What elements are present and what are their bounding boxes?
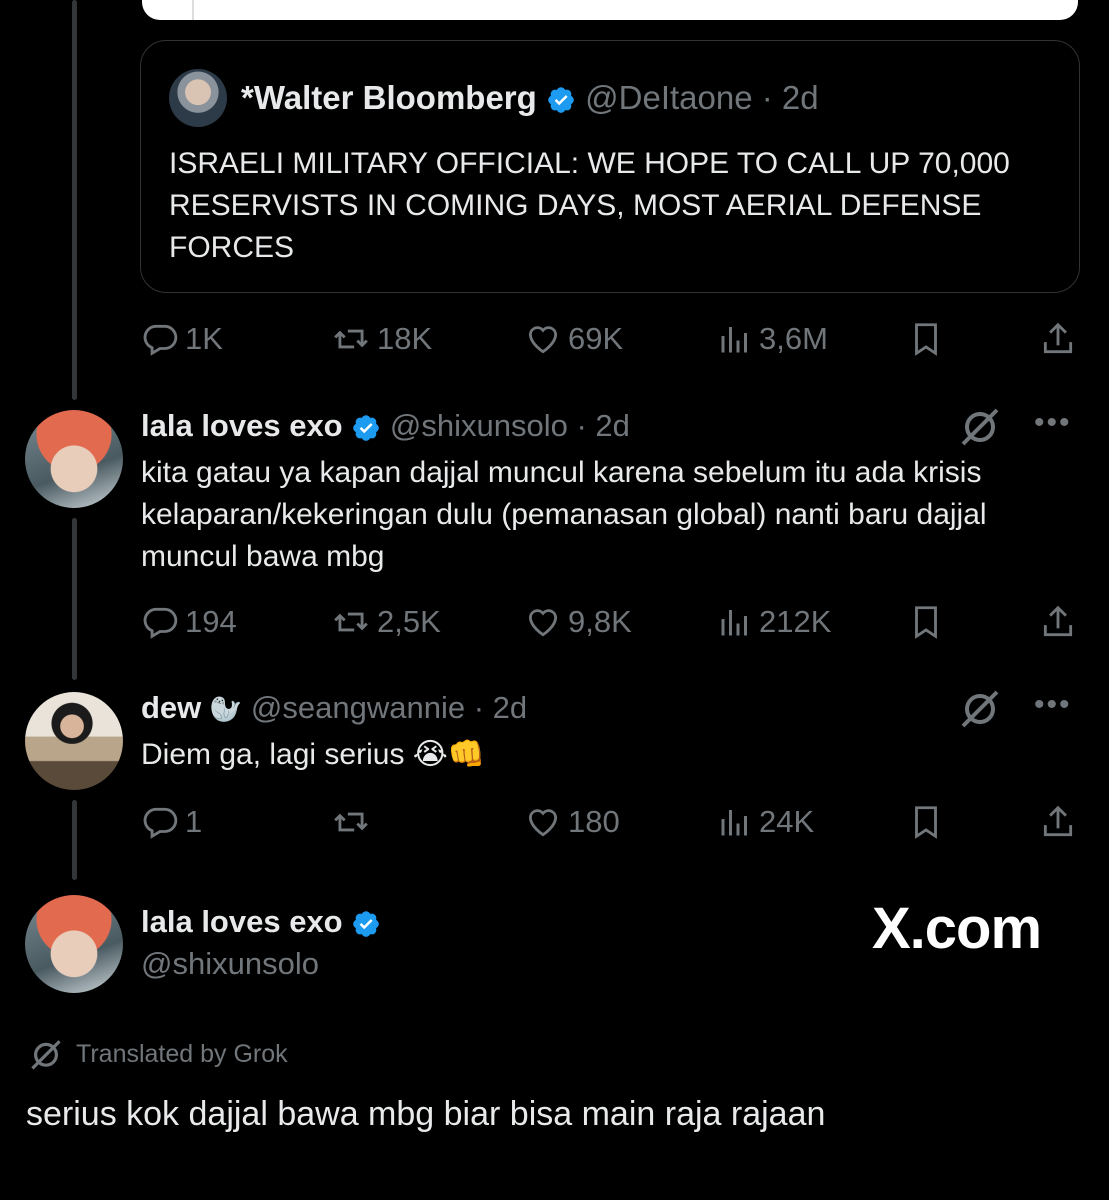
view-count: 24K xyxy=(759,804,815,839)
bookmark-button[interactable] xyxy=(907,320,945,358)
grok-icon[interactable] xyxy=(955,406,1005,446)
tweet-actions: 194 2,5K 9,8K 212K xyxy=(141,603,1081,643)
verified-badge-icon xyxy=(353,415,380,441)
bookmark-icon xyxy=(915,806,937,839)
share-button[interactable] xyxy=(1039,320,1077,358)
timestamp[interactable]: · 2d xyxy=(762,79,819,116)
bookmark-button[interactable] xyxy=(907,603,945,641)
reply-count: 1K xyxy=(185,321,223,356)
tweet-actions: 1 180 24K xyxy=(141,803,1081,843)
views-icon xyxy=(721,810,747,836)
thread-line xyxy=(72,0,77,400)
views-icon xyxy=(721,327,747,353)
translated-by-grok[interactable]: Translated by Grok xyxy=(26,1036,288,1072)
author-name[interactable]: *Walter Bloomberg xyxy=(241,79,537,116)
reply-icon xyxy=(143,607,178,639)
author-emoji: 🦭 xyxy=(209,694,243,724)
views-button[interactable]: 3,6M xyxy=(717,320,828,358)
reply-button[interactable]: 1 xyxy=(141,803,202,841)
timestamp[interactable]: · 2d xyxy=(474,690,527,725)
repost-button[interactable]: 18K xyxy=(331,320,432,358)
quoted-tweet-text: ISRAELI MILITARY OFFICIAL: WE HOPE TO CA… xyxy=(169,147,1010,264)
share-button[interactable] xyxy=(1039,603,1077,641)
share-icon xyxy=(1043,605,1073,637)
share-button[interactable] xyxy=(1039,803,1077,841)
thread-line xyxy=(72,800,77,880)
bookmark-button[interactable] xyxy=(907,803,945,841)
author-handle[interactable]: @shixunsolo xyxy=(141,946,319,981)
reply-button[interactable]: 1K xyxy=(141,320,223,358)
avatar[interactable] xyxy=(25,895,123,993)
like-button[interactable]: 9,8K xyxy=(524,603,632,641)
tweet-header: lala loves exo xyxy=(141,904,381,940)
author-name[interactable]: lala loves exo xyxy=(141,408,343,443)
author-name[interactable]: lala loves exo xyxy=(141,904,343,939)
repost-button[interactable]: 2,5K xyxy=(331,603,441,641)
share-icon xyxy=(1043,805,1073,837)
views-icon xyxy=(721,610,747,636)
reply-icon xyxy=(143,324,178,356)
reply-count: 1 xyxy=(185,804,203,839)
author-handle[interactable]: @DeItaone xyxy=(585,79,752,116)
share-icon xyxy=(1043,322,1073,354)
reply-count: 194 xyxy=(185,604,237,639)
reply-icon xyxy=(143,807,178,839)
previous-media-card[interactable] xyxy=(142,0,1078,20)
tweet-header: dew 🦭 @seangwannie · 2d xyxy=(141,690,527,726)
grok-icon xyxy=(31,1040,61,1070)
like-count: 69K xyxy=(568,321,624,356)
like-count: 9,8K xyxy=(568,604,632,639)
bookmark-icon xyxy=(915,323,937,356)
tweet-text: Diem ga, lagi serius 😭👊 xyxy=(141,738,486,771)
translated-label: Translated by Grok xyxy=(76,1039,288,1068)
grok-icon[interactable] xyxy=(955,688,1005,728)
author-name[interactable]: dew xyxy=(141,690,201,725)
reply-button[interactable]: 194 xyxy=(141,603,237,641)
repost-count: 2,5K xyxy=(377,604,441,639)
author-handle[interactable]: @shixunsolo xyxy=(390,408,568,443)
tweet-header: lala loves exo @shixunsolo · 2d xyxy=(141,408,630,444)
like-button[interactable]: 180 xyxy=(524,803,620,841)
verified-badge-icon xyxy=(353,911,380,937)
views-button[interactable]: 24K xyxy=(717,803,814,841)
more-icon[interactable]: ••• xyxy=(1034,406,1072,440)
avatar[interactable] xyxy=(169,69,227,127)
bookmark-icon xyxy=(915,606,937,639)
author-handle[interactable]: @seangwannie xyxy=(251,690,465,725)
repost-icon xyxy=(334,329,368,349)
tweet-text: kita gatau ya kapan dajjal muncul karena… xyxy=(141,456,987,573)
timestamp[interactable]: · 2d xyxy=(576,408,629,443)
like-icon xyxy=(528,809,558,837)
tweet-text: serius kok dajjal bawa mbg biar bisa mai… xyxy=(26,1095,826,1133)
views-button[interactable]: 212K xyxy=(717,603,831,641)
like-icon xyxy=(528,609,558,637)
avatar[interactable] xyxy=(25,692,123,790)
x-watermark: X.com xyxy=(872,896,1042,961)
repost-count: 18K xyxy=(377,321,433,356)
like-button[interactable]: 69K xyxy=(524,320,623,358)
repost-icon xyxy=(334,612,368,632)
thread-line xyxy=(72,518,77,680)
verified-badge-icon xyxy=(548,87,574,114)
repost-icon xyxy=(334,812,368,832)
repost-button[interactable] xyxy=(331,803,377,841)
like-count: 180 xyxy=(568,804,620,839)
avatar[interactable] xyxy=(25,410,123,508)
tweet-actions: 1K 18K 69K 3,6M xyxy=(141,320,1081,360)
more-icon[interactable]: ••• xyxy=(1034,688,1072,722)
view-count: 3,6M xyxy=(759,321,828,356)
view-count: 212K xyxy=(759,604,832,639)
quoted-tweet-card[interactable]: *Walter Bloomberg @DeItaone · 2d ISRAELI… xyxy=(140,40,1080,293)
like-icon xyxy=(528,326,558,354)
